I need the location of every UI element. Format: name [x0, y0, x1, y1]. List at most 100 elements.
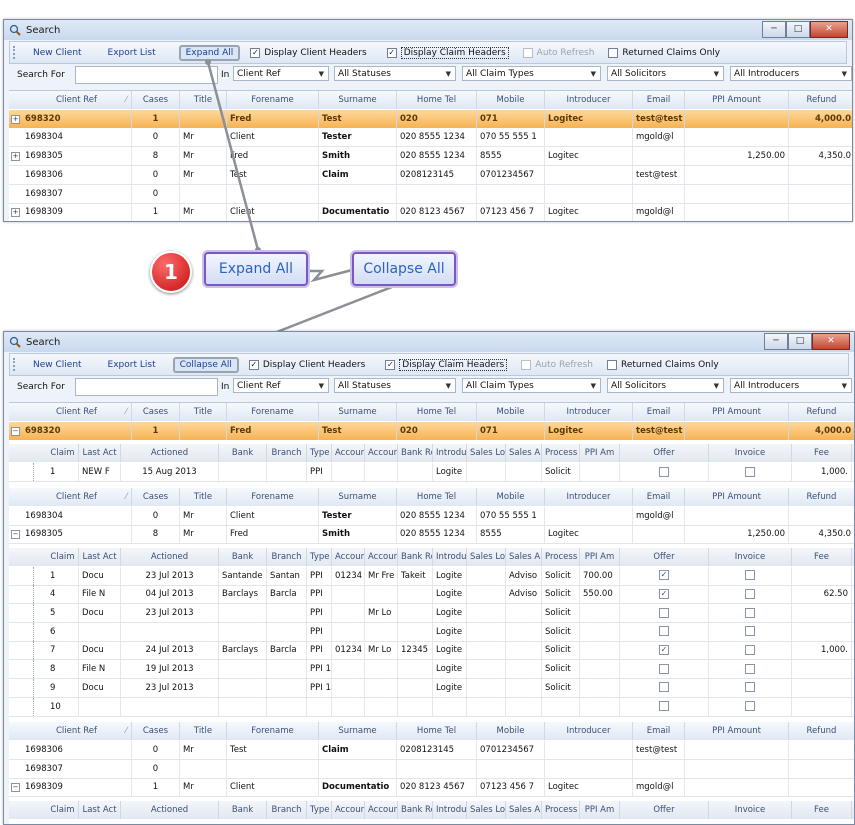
- client-cell[interactable]: 698320: [22, 109, 132, 128]
- claim-column-header[interactable]: Bank Re: [398, 444, 433, 463]
- claim-cell[interactable]: Logite: [433, 660, 467, 679]
- claim-cell[interactable]: [267, 622, 307, 641]
- claim-cell[interactable]: [332, 585, 365, 604]
- client-cell[interactable]: Client: [227, 778, 319, 797]
- claim-row[interactable]: 1 Docu 23 Jul 2013 Santande Santan PPI 01234 Mr…: [9, 566, 854, 586]
- search-input[interactable]: [75, 66, 218, 84]
- claim-cell[interactable]: Docu: [79, 678, 121, 697]
- client-cell[interactable]: 1698305: [22, 525, 132, 544]
- display-claim-headers-checkbox[interactable]: ✓ Display Claim Headers: [385, 358, 508, 371]
- claim-cell[interactable]: [467, 566, 506, 585]
- client-cell[interactable]: [633, 525, 685, 544]
- client-cell[interactable]: Mr: [180, 740, 227, 759]
- claim-cell[interactable]: Logite: [433, 641, 467, 660]
- claim-cell[interactable]: 01234: [332, 641, 365, 660]
- client-cell[interactable]: 8: [132, 525, 180, 544]
- claim-cell[interactable]: [398, 463, 433, 482]
- offer-checkbox-icon[interactable]: ✓: [659, 644, 669, 655]
- claim-cell[interactable]: [792, 697, 852, 716]
- claim-row[interactable]: 7 Docu 24 Jul 2013 Barclays Barcla PPI 01234 Mr…: [9, 641, 854, 661]
- client-cell[interactable]: 1: [132, 421, 180, 440]
- claim-cell[interactable]: [792, 678, 852, 697]
- client-cell[interactable]: 4,000.0: [789, 422, 854, 440]
- client-cell[interactable]: [789, 507, 854, 525]
- client-cell[interactable]: 0: [132, 184, 180, 203]
- claim-column-header[interactable]: Invoice: [709, 444, 792, 463]
- client-cell[interactable]: 0: [132, 165, 180, 184]
- claim-cell[interactable]: [365, 463, 398, 482]
- column-header[interactable]: Forename: [227, 722, 319, 741]
- client-cell[interactable]: 0701234567: [477, 165, 545, 184]
- claim-column-header[interactable]: Fee: [792, 547, 852, 566]
- claim-cell[interactable]: 62.50: [792, 585, 852, 604]
- column-header[interactable]: PPI Amount: [685, 487, 789, 506]
- column-header[interactable]: Title: [180, 487, 227, 506]
- client-cell[interactable]: [180, 184, 227, 203]
- claim-cell[interactable]: 23 Jul 2013: [121, 566, 219, 585]
- new-client-button[interactable]: New Client: [28, 358, 87, 372]
- client-cell[interactable]: 020 8123 4567: [397, 203, 477, 221]
- claim-cell[interactable]: Solicit: [542, 585, 580, 604]
- collapse-row-icon[interactable]: −: [11, 426, 20, 436]
- client-row[interactable]: 1698306 0 Mr Test Claim 0208123145 0701234567 t…: [9, 165, 852, 185]
- client-cell[interactable]: Test: [227, 740, 319, 759]
- client-cell[interactable]: 071: [477, 421, 545, 440]
- offer-checkbox[interactable]: ✓: [620, 585, 709, 604]
- collapse-all-button[interactable]: Collapse All: [172, 356, 239, 373]
- claim-cell[interactable]: [267, 697, 307, 716]
- claim-cell[interactable]: [398, 678, 433, 697]
- claim-cell[interactable]: [219, 697, 267, 716]
- claim-cell[interactable]: Docu: [79, 641, 121, 660]
- claim-cell[interactable]: PPI: [307, 641, 332, 660]
- claim-column-header[interactable]: Bank Re: [398, 801, 433, 819]
- offer-checkbox-icon[interactable]: [659, 607, 669, 618]
- claim-cell[interactable]: [398, 697, 433, 716]
- client-cell[interactable]: 0: [132, 506, 180, 525]
- client-row[interactable]: 1698304 0 Mr Client Tester 020 8555 1234 070 5…: [9, 128, 852, 148]
- claim-cell[interactable]: 9: [47, 678, 79, 697]
- invoice-checkbox-icon[interactable]: [745, 644, 755, 655]
- invoice-checkbox[interactable]: [709, 641, 792, 660]
- client-row[interactable]: 1698306 0 Mr Test Claim 0208123145 0701234567 t…: [9, 740, 854, 760]
- status-dropdown[interactable]: All Statuses ▼: [334, 378, 456, 393]
- client-row[interactable]: 1698307 0: [9, 759, 854, 779]
- claim-row[interactable]: 10: [9, 697, 854, 717]
- field-dropdown[interactable]: Client Ref ▼: [233, 378, 329, 393]
- claim-column-header[interactable]: Introdu: [433, 547, 467, 566]
- claim-column-header[interactable]: Claim: [47, 444, 79, 463]
- invoice-checkbox[interactable]: [709, 660, 792, 679]
- client-row[interactable]: 1698305 8 Mr Fred Smith 020 8555 1234 8555 Logi…: [9, 525, 854, 545]
- client-cell[interactable]: 8555: [477, 525, 545, 544]
- client-cell[interactable]: 1: [132, 203, 180, 221]
- client-cell[interactable]: 0: [132, 740, 180, 759]
- claim-cell[interactable]: 23 Jul 2013: [121, 604, 219, 622]
- claim-cell[interactable]: Logite: [433, 678, 467, 697]
- claim-cell[interactable]: [267, 463, 307, 482]
- claim-cell[interactable]: PPI 1: [307, 678, 332, 697]
- client-cell[interactable]: mgold@l: [633, 506, 685, 525]
- claim-cell[interactable]: [332, 604, 365, 622]
- column-header[interactable]: Surname: [319, 403, 397, 421]
- client-cell[interactable]: [789, 760, 854, 778]
- client-cell[interactable]: [227, 184, 319, 203]
- claim-column-header[interactable]: Claim: [47, 547, 79, 566]
- client-cell[interactable]: [685, 740, 789, 759]
- column-header[interactable]: Refund: [789, 91, 852, 109]
- invoice-checkbox[interactable]: [709, 463, 792, 482]
- claim-cell[interactable]: [398, 585, 433, 604]
- claim-column-header[interactable]: Introdu: [433, 801, 467, 819]
- claim-cell[interactable]: Mr Lo: [365, 641, 398, 660]
- claim-column-header[interactable]: Sales Lo: [467, 547, 506, 566]
- client-cell[interactable]: [319, 184, 397, 203]
- claim-column-header[interactable]: Actioned: [121, 547, 219, 566]
- claim-cell[interactable]: 24 Jul 2013: [121, 641, 219, 660]
- claim-cell[interactable]: [398, 622, 433, 641]
- claim-cell[interactable]: Logite: [433, 604, 467, 622]
- client-cell[interactable]: [633, 759, 685, 778]
- client-cell[interactable]: [545, 128, 633, 147]
- claim-cell[interactable]: [792, 622, 852, 641]
- claim-cell[interactable]: Logite: [433, 463, 467, 482]
- column-header[interactable]: Introducer: [545, 722, 633, 741]
- client-cell[interactable]: [227, 759, 319, 778]
- client-cell[interactable]: Client: [227, 506, 319, 525]
